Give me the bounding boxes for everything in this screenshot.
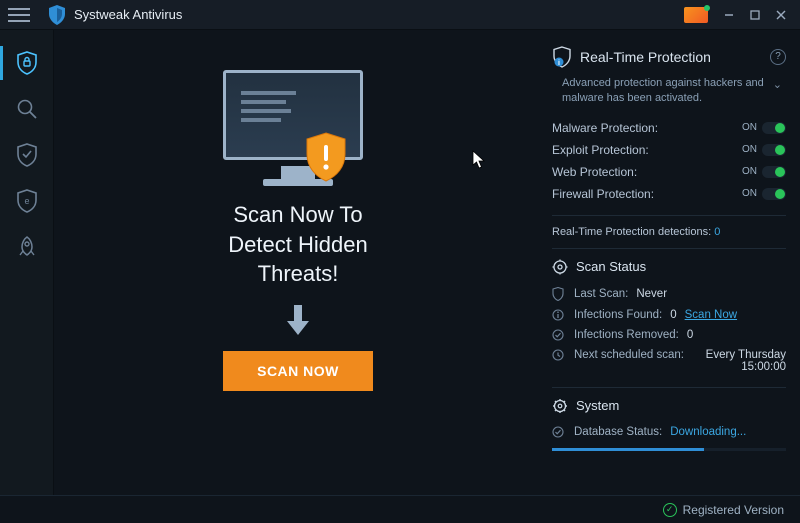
shield-info-icon: i	[552, 46, 572, 68]
toggle-malware[interactable]	[762, 122, 786, 134]
upgrade-badge-icon[interactable]	[684, 7, 708, 23]
rocket-icon	[16, 235, 38, 259]
help-icon[interactable]: ?	[770, 49, 786, 65]
scan-status-header: Scan Status	[552, 259, 786, 275]
scan-now-button[interactable]: SCAN NOW	[223, 351, 373, 391]
toggle-state: ON	[742, 122, 757, 133]
cta-line: Detect Hidden	[228, 230, 367, 260]
shield-check-icon	[16, 143, 38, 167]
toggle-exploit[interactable]	[762, 144, 786, 156]
check-icon: ✓	[663, 503, 677, 517]
toggle-firewall[interactable]	[762, 188, 786, 200]
system-gear-icon	[552, 398, 568, 414]
system-title: System	[576, 398, 619, 413]
realtime-header: i Real-Time Protection ?	[552, 46, 786, 68]
shield-small-icon	[552, 287, 566, 301]
arrow-down-icon	[283, 303, 313, 337]
maximize-button[interactable]	[744, 4, 766, 26]
scan-status-title: Scan Status	[576, 259, 646, 274]
sidebar-item-protection[interactable]	[0, 132, 53, 178]
registered-label: Registered Version	[683, 503, 784, 517]
monitor-illustration	[223, 70, 373, 180]
toggle-state: ON	[742, 188, 757, 199]
info-icon	[552, 309, 566, 321]
infections-found-value: 0	[670, 309, 676, 321]
cta-line: Scan Now To	[228, 200, 367, 230]
check-circle-icon	[552, 329, 566, 341]
protection-label: Exploit Protection:	[552, 143, 649, 157]
cta-line: Threats!	[228, 259, 367, 289]
system-header: System	[552, 398, 786, 414]
infections-removed-value: 0	[687, 329, 693, 341]
toggle-state: ON	[742, 166, 757, 177]
last-scan-value: Never	[636, 288, 667, 300]
toggle-state: ON	[742, 144, 757, 155]
last-scan-row: Last Scan: Never	[552, 283, 786, 305]
clock-icon	[552, 349, 566, 361]
svg-text:i: i	[558, 60, 560, 67]
footer: ✓ Registered Version	[0, 495, 800, 523]
sidebar-item-optimize[interactable]	[0, 224, 53, 270]
download-progress	[552, 448, 786, 451]
infections-removed-row: Infections Removed: 0	[552, 325, 786, 345]
scan-now-link[interactable]: Scan Now	[685, 309, 737, 321]
close-button[interactable]	[770, 4, 792, 26]
database-status-row: Database Status: Downloading...	[552, 422, 786, 442]
realtime-blurb: Advanced protection against hackers and …	[552, 76, 786, 107]
toggle-web[interactable]	[762, 166, 786, 178]
realtime-title: Real-Time Protection	[580, 49, 711, 65]
center-pane: Scan Now To Detect Hidden Threats! SCAN …	[54, 30, 542, 495]
detections-line: Real-Time Protection detections: 0	[552, 226, 786, 238]
protection-label: Web Protection:	[552, 165, 637, 179]
sidebar-item-scan[interactable]	[0, 86, 53, 132]
search-icon	[16, 98, 38, 120]
database-status-value: Downloading...	[670, 426, 746, 438]
protection-label: Malware Protection:	[552, 121, 658, 135]
next-scan-value: Every Thursday 15:00:00	[692, 349, 786, 373]
titlebar: Systweak Antivirus	[0, 0, 800, 30]
warning-shield-icon	[304, 132, 348, 182]
next-scan-row: Next scheduled scan: Every Thursday 15:0…	[552, 345, 786, 377]
infections-found-row: Infections Found: 0 Scan Now	[552, 305, 786, 325]
chevron-down-icon[interactable]: ⌄	[773, 78, 782, 93]
cta-headline: Scan Now To Detect Hidden Threats!	[228, 200, 367, 289]
protection-row-web: Web Protection: ON	[552, 161, 786, 183]
sidebar-item-home[interactable]	[0, 40, 53, 86]
protection-row-malware: Malware Protection: ON	[552, 117, 786, 139]
shield-e-icon: e	[16, 189, 38, 213]
right-panel: i Real-Time Protection ? Advanced protec…	[542, 30, 800, 495]
check-circle-icon	[552, 426, 566, 438]
app-title: Systweak Antivirus	[74, 7, 182, 22]
svg-text:e: e	[24, 196, 29, 206]
protection-row-firewall: Firewall Protection: ON	[552, 183, 786, 205]
shield-lock-icon	[16, 51, 38, 75]
sidebar: e	[0, 30, 54, 495]
sidebar-item-privacy[interactable]: e	[0, 178, 53, 224]
minimize-button[interactable]	[718, 4, 740, 26]
menu-hamburger-icon[interactable]	[8, 0, 30, 30]
protection-row-exploit: Exploit Protection: ON	[552, 139, 786, 161]
app-logo-icon	[48, 5, 66, 25]
protection-label: Firewall Protection:	[552, 187, 654, 201]
detections-count: 0	[714, 226, 720, 238]
gear-icon	[552, 259, 568, 275]
